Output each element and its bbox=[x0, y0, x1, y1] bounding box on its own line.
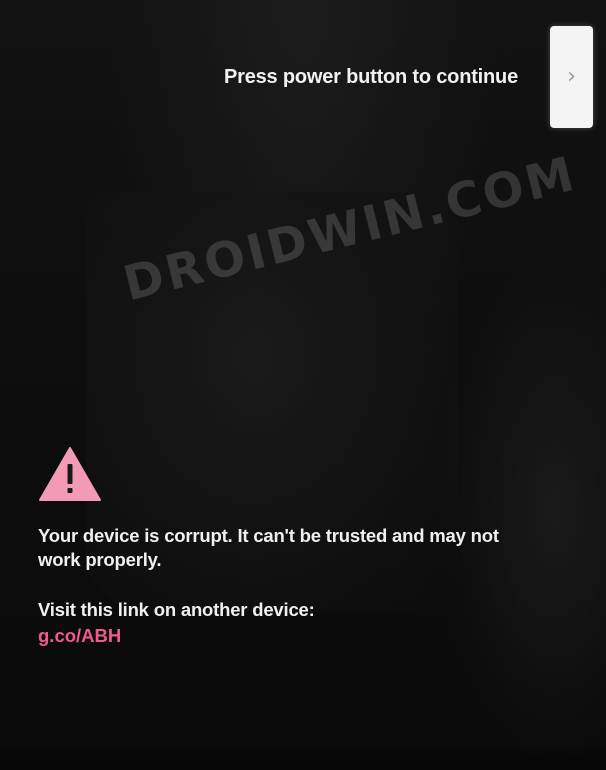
boot-warning-screen: Press power button to continue › DROIDWI… bbox=[0, 0, 606, 770]
help-link[interactable]: g.co/ABH bbox=[38, 624, 121, 648]
corrupt-device-message: Your device is corrupt. It can't be trus… bbox=[38, 525, 499, 570]
screen-bezel bbox=[0, 744, 606, 770]
visit-link-instruction: Visit this link on another device: bbox=[38, 599, 315, 620]
warning-triangle-icon bbox=[39, 447, 101, 501]
power-button-hint: Press power button to continue bbox=[223, 66, 518, 88]
next-button[interactable]: › bbox=[550, 26, 593, 128]
screen-glare bbox=[436, 250, 606, 770]
chevron-right-icon: › bbox=[567, 64, 576, 89]
